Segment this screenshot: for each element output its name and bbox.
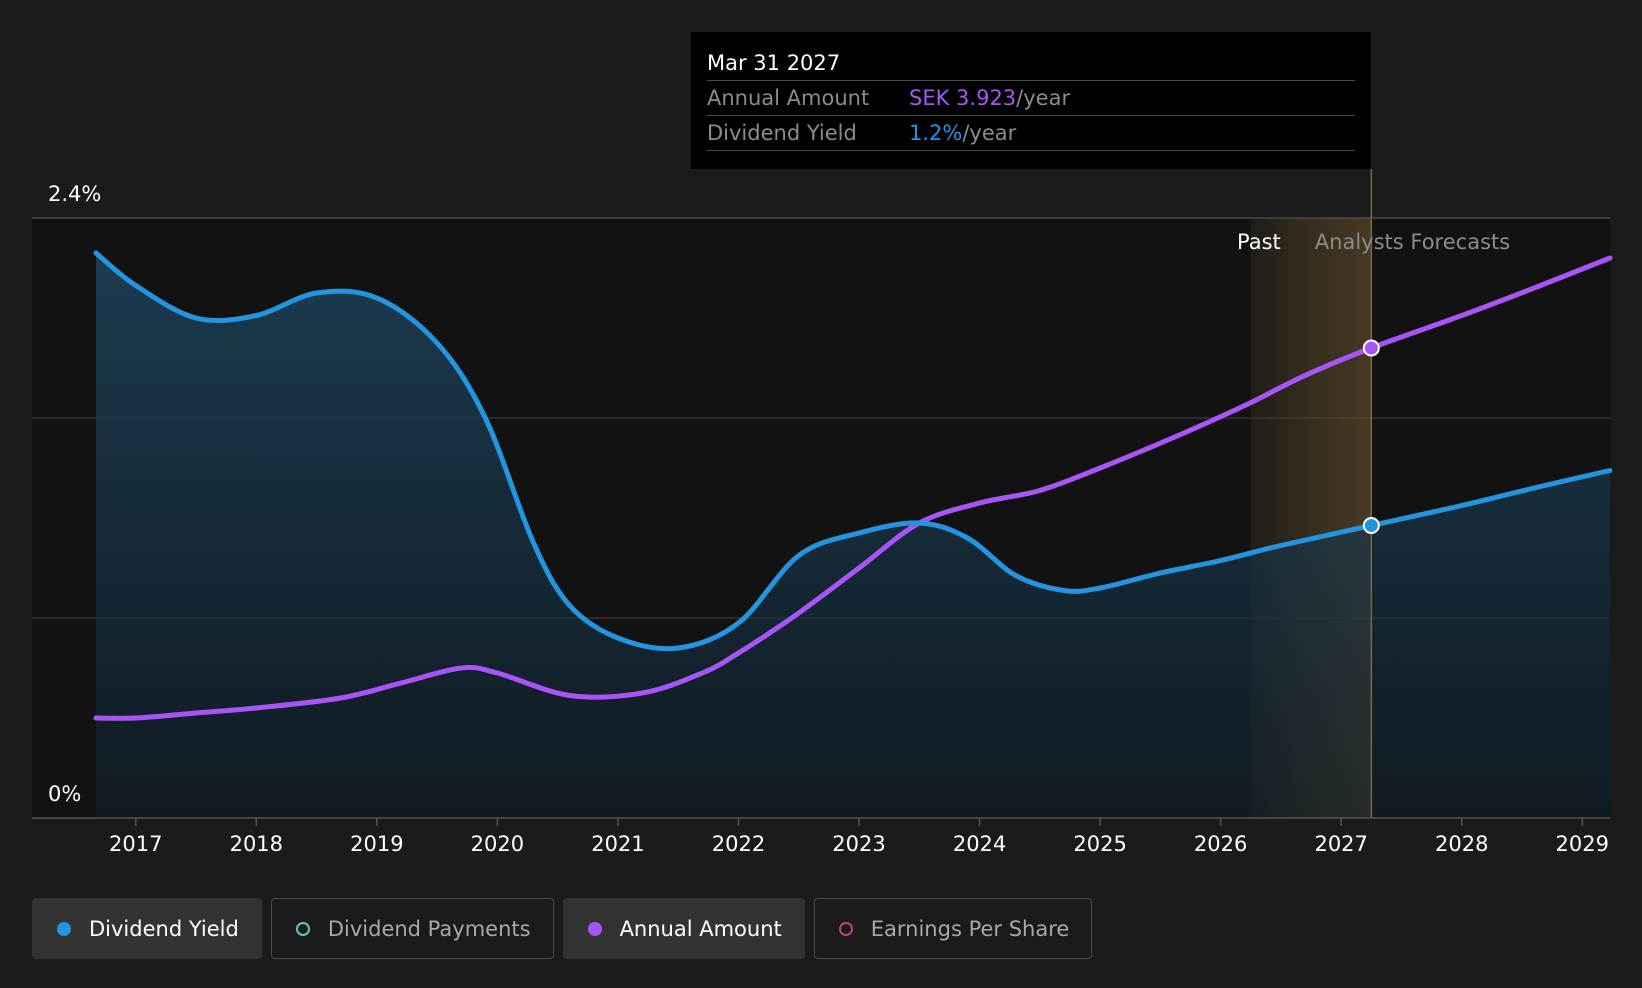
- x-tick-label: 2029: [1556, 832, 1609, 856]
- tooltip-suffix: /year: [962, 121, 1017, 145]
- legend-label: Dividend Payments: [327, 916, 531, 941]
- dividend-yield-hover-marker: [1362, 517, 1380, 534]
- legend-dividend-payments-button[interactable]: Dividend Payments: [270, 898, 554, 959]
- past-label: Past: [1237, 230, 1281, 254]
- annual-amount-hover-marker: [1362, 339, 1380, 357]
- legend: Dividend Yield Dividend Payments Annual …: [32, 898, 1093, 961]
- x-tick-label: 2021: [591, 832, 644, 856]
- analysts-forecasts-label: Analysts Forecasts: [1315, 230, 1510, 254]
- x-tick-label: 2026: [1194, 832, 1247, 856]
- tooltip: Mar 31 2027 Annual Amount SEK 3.923 /yea…: [691, 32, 1371, 169]
- legend-annual-amount-button[interactable]: Annual Amount: [562, 898, 805, 959]
- tooltip-row-dividend-yield: Dividend Yield 1.2% /year: [707, 116, 1355, 151]
- legend-label: Earnings Per Share: [870, 916, 1070, 941]
- tooltip-row-annual-amount: Annual Amount SEK 3.923 /year: [707, 81, 1355, 116]
- tooltip-suffix: /year: [1016, 86, 1071, 110]
- x-tick-label: 2020: [471, 832, 524, 856]
- x-tick-label: 2017: [109, 832, 162, 856]
- x-tick-label: 2027: [1314, 832, 1367, 856]
- filled-circle-icon: [587, 921, 602, 936]
- x-tick-label: 2028: [1435, 832, 1488, 856]
- tooltip-label: Dividend Yield: [707, 121, 857, 145]
- hollow-circle-icon: [295, 921, 310, 936]
- tooltip-value: 1.2%: [909, 121, 963, 145]
- x-tick-label: 2023: [832, 832, 885, 856]
- legend-label: Annual Amount: [619, 916, 782, 941]
- tooltip-date: Mar 31 2027: [707, 46, 1355, 81]
- tooltip-value: SEK 3.923: [909, 86, 1017, 110]
- x-tick-label: 2018: [230, 832, 283, 856]
- y-tick-label-bottom: 0%: [48, 782, 81, 806]
- x-tick-label: 2022: [712, 832, 765, 856]
- filled-circle-icon: [57, 921, 71, 936]
- legend-dividend-yield-button[interactable]: Dividend Yield: [32, 898, 262, 959]
- hollow-circle-icon: [838, 921, 853, 936]
- y-tick-label-top: 2.4%: [48, 182, 101, 206]
- x-tick-label: 2019: [350, 832, 403, 856]
- x-tick-label: 2025: [1073, 832, 1126, 856]
- legend-label: Dividend Yield: [89, 916, 239, 941]
- tooltip-label: Annual Amount: [707, 86, 870, 110]
- x-tick-label: 2024: [953, 832, 1006, 856]
- legend-earnings-per-share-button[interactable]: Earnings Per Share: [813, 898, 1093, 959]
